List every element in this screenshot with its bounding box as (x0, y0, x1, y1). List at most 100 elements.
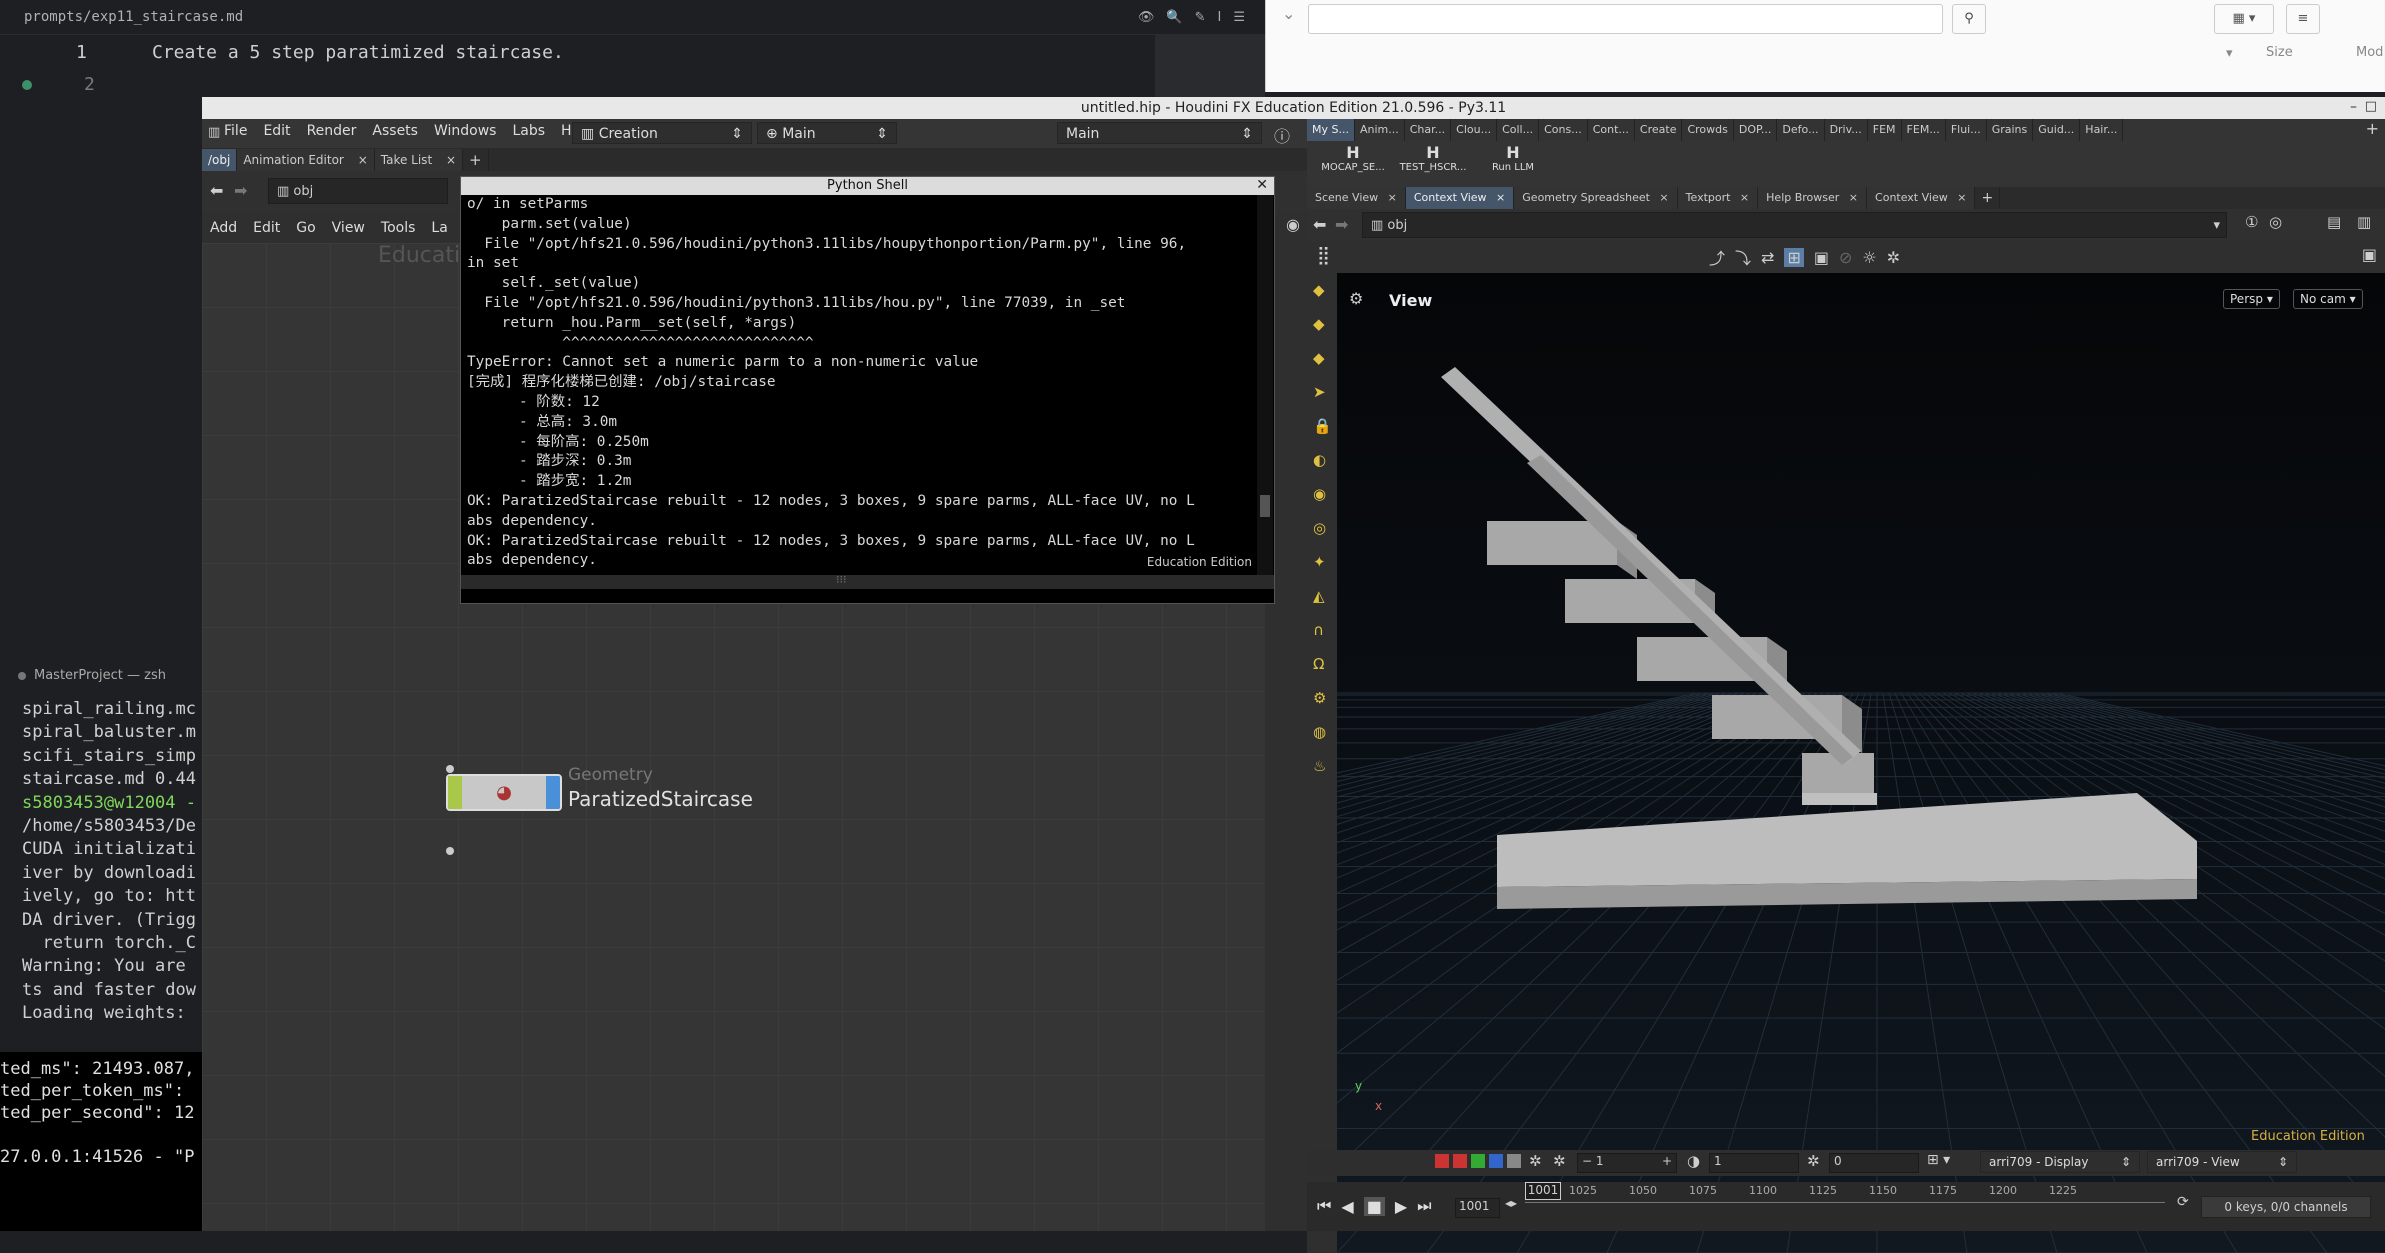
tab-take-list[interactable]: Take List × (374, 149, 464, 171)
close-icon[interactable]: × (358, 153, 368, 167)
layout-icon[interactable]: ▤ (2327, 213, 2341, 231)
tool-icon[interactable]: ♨ (1313, 757, 1326, 775)
python-shell-hscroll[interactable]: ⁝⁝⁝ (461, 573, 1274, 589)
jump-start-icon[interactable]: ⏮ (1317, 1196, 1331, 1216)
python-shell-output[interactable]: o/ in setParms parm.set(value) File "/op… (467, 195, 1257, 575)
menu-icon[interactable]: ≡ (2286, 4, 2320, 34)
geometry-node[interactable]: ◕ (446, 774, 562, 811)
scene-tab[interactable]: Textport × (1677, 187, 1759, 209)
tab-animation-editor[interactable]: Animation Editor × (237, 149, 375, 171)
shelf-tab[interactable]: Anim... (1354, 119, 1405, 141)
tool-icon[interactable]: 🔒 (1313, 417, 1332, 435)
shelf-tab[interactable]: Guid... (2033, 119, 2081, 141)
close-icon[interactable]: × (1384, 191, 1397, 204)
network-menu-la[interactable]: La (423, 213, 455, 243)
context-select[interactable]: ⊕ Main ⇕ (757, 122, 897, 144)
camera-icon[interactable]: ☼ (1862, 248, 1876, 267)
help-icon[interactable]: ⓘ (1274, 123, 1290, 147)
snap-prim-icon[interactable]: ⇄ (1761, 248, 1774, 267)
node-output-dot[interactable] (446, 847, 454, 855)
network-path-field[interactable]: ▥ obj (268, 178, 448, 204)
node-name-label[interactable]: ParatizedStaircase (568, 787, 753, 811)
scene-viewport[interactable]: ⚙ View Persp ▾ No cam ▾ y x Education Ed… (1337, 273, 2385, 1253)
display-lut-select[interactable]: arri709 - Display ⇕ (1980, 1151, 2140, 1173)
shelf-tool[interactable]: H Run LLM (1473, 143, 1553, 173)
shelf-tab[interactable]: Char... (1404, 119, 1452, 141)
close-icon[interactable]: × (1954, 191, 1966, 204)
tool-icon[interactable]: ◭ (1313, 587, 1325, 605)
node-bypass-flag[interactable] (448, 776, 462, 809)
scene-tab[interactable]: Context View × (1405, 187, 1515, 209)
search-icon[interactable]: 🔍 (1166, 10, 1182, 25)
play-reverse-icon[interactable]: ◀ (1341, 1197, 1353, 1216)
shelf-tab[interactable]: Cont... (1587, 119, 1635, 141)
gear-icon[interactable]: ✲ (1807, 1152, 1820, 1170)
close-icon[interactable]: × (446, 153, 456, 167)
tool-icon[interactable]: ◆ (1313, 281, 1325, 299)
jump-end-icon[interactable]: ⏭ (1417, 1196, 1431, 1216)
shelf-tab[interactable]: Driv... (1824, 119, 1868, 141)
view-lut-select[interactable]: arri709 - View ⇕ (2147, 1151, 2297, 1173)
menu-item-windows[interactable]: Windows (426, 123, 505, 139)
persp-menu[interactable]: Persp ▾ (2223, 289, 2280, 309)
shelf-tab[interactable]: FEM... (1901, 119, 1946, 141)
blue-swatch[interactable] (1489, 1154, 1503, 1168)
timeline-ruler[interactable]: 1001 1025 1050 1075 1100 1125 1150 1175 1200 122… (1525, 1182, 2165, 1222)
keys-channels-display[interactable]: 0 keys, 0/0 channels (2201, 1196, 2371, 1218)
desktop-select[interactable]: ▥ Creation ⇕ (572, 122, 752, 144)
key-nav-icon[interactable]: ◂▸ (1505, 1196, 1517, 1210)
grid-menu-icon[interactable]: ⣿ (1317, 245, 1330, 266)
modified-column[interactable]: Mod (2356, 45, 2383, 60)
shelf-tab[interactable]: Crowds (1682, 119, 1734, 141)
forward-icon[interactable]: ➡ (234, 181, 247, 200)
drag-handle-icon[interactable]: ⁝⁝⁝ (836, 573, 847, 586)
size-column[interactable]: Size (2266, 45, 2293, 60)
menu-item-edit[interactable]: Edit (255, 123, 298, 139)
add-tab-button[interactable]: + (463, 149, 489, 171)
green-swatch[interactable] (1471, 1154, 1485, 1168)
tool-icon[interactable]: ✦ (1313, 553, 1326, 571)
shelf-tab[interactable]: My S... (1307, 119, 1355, 141)
shelf-tool[interactable]: H TEST_HSCR... (1393, 143, 1473, 173)
settings-icon[interactable]: ✲ (1887, 248, 1900, 267)
close-icon[interactable]: × (1845, 191, 1858, 204)
chevron-down-icon[interactable]: ⌄ (1282, 4, 1295, 32)
search-input[interactable] (1308, 4, 1943, 34)
tool-icon[interactable]: ⚙ (1313, 689, 1326, 707)
display-options-icon[interactable]: ▣ (2362, 245, 2377, 264)
half-circle-icon[interactable]: ◑ (1687, 1152, 1700, 1170)
render-icon[interactable]: ◉ (1286, 215, 1300, 234)
tool-icon[interactable]: ∩ (1313, 621, 1324, 639)
scene-tab[interactable]: Geometry Spreadsheet × (1514, 187, 1678, 209)
network-menu-view[interactable]: View (324, 213, 373, 243)
snowflake-icon[interactable]: ✲ (1529, 1152, 1542, 1170)
menu-item-file[interactable]: File (216, 123, 255, 139)
network-menu-go[interactable]: Go (288, 213, 323, 243)
menu-item-render[interactable]: Render (299, 123, 365, 139)
view-toggle-button[interactable]: ▦ ▾ (2214, 4, 2274, 34)
shelf-tool[interactable]: H MOCAP_SE... (1313, 143, 1393, 173)
minimap[interactable] (1155, 35, 1265, 98)
red-swatch-2[interactable] (1453, 1154, 1467, 1168)
add-shelf-icon[interactable]: + (2366, 119, 2379, 138)
node-input-dot[interactable] (446, 765, 454, 773)
editor-line-2[interactable]: 2 (22, 74, 95, 95)
node-display-flag[interactable] (546, 776, 560, 809)
scrollbar-thumb[interactable] (1260, 495, 1270, 517)
forward-icon[interactable]: ➡ (1335, 215, 1348, 234)
desktop-main-select[interactable]: Main ⇕ (1057, 122, 1262, 144)
settings-icon[interactable]: ☰ (1233, 10, 1245, 25)
shelf-tab[interactable]: Create (1634, 119, 1683, 141)
snap-grid-icon[interactable]: ⤵ (1735, 245, 1751, 269)
close-icon[interactable]: ✕ (1256, 177, 1268, 193)
tab-obj[interactable]: /obj (202, 149, 238, 171)
close-icon[interactable]: × (1736, 191, 1749, 204)
current-frame-field[interactable]: 1001 (1455, 1198, 1500, 1218)
network-menu-add[interactable]: Add (202, 213, 245, 243)
tool-icon[interactable]: ➤ (1313, 383, 1326, 401)
red-swatch[interactable] (1435, 1154, 1449, 1168)
grey-swatch[interactable] (1507, 1154, 1521, 1168)
shelf-tab[interactable]: Grains (1986, 119, 2034, 141)
snap-icon[interactable]: ⤴ (1709, 245, 1725, 269)
back-icon[interactable]: ⬅ (1313, 215, 1326, 234)
